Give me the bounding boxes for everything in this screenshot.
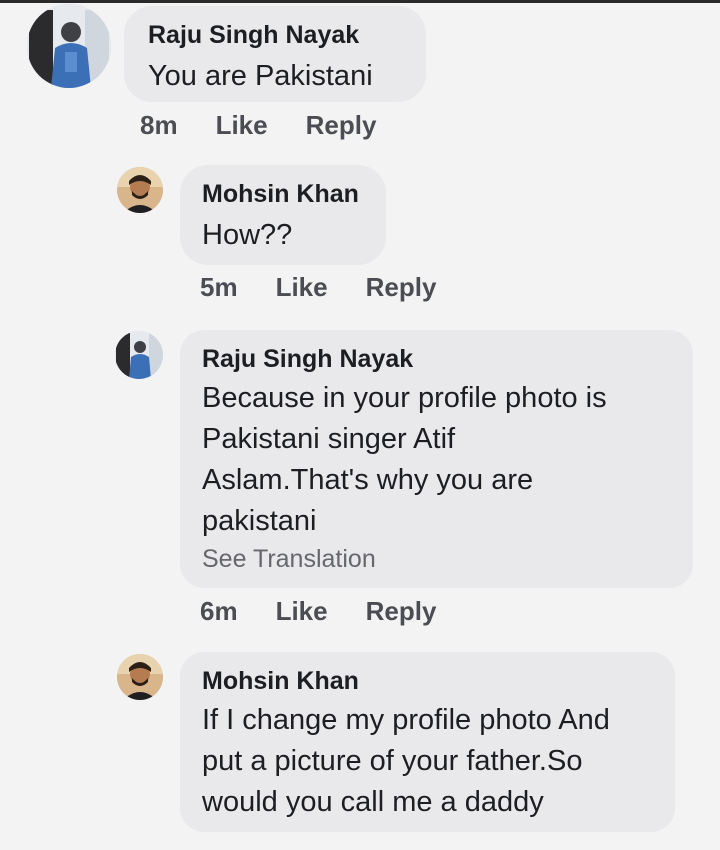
avatar-raju-icon[interactable]	[115, 331, 163, 379]
comment-text: You are Pakistani	[148, 60, 373, 92]
like-button[interactable]: Like	[276, 596, 328, 627]
avatar-mohsin-icon[interactable]	[117, 167, 163, 213]
comment-actions: 8m Like Reply	[140, 110, 414, 141]
comment-bubble: Raju Singh Nayak You are Pakistani	[124, 6, 426, 102]
see-translation-link[interactable]: See Translation	[202, 544, 671, 574]
like-button[interactable]: Like	[276, 272, 328, 303]
comment-text-line: Aslam.That's why you are	[202, 464, 534, 496]
avatar-raju-icon[interactable]	[27, 4, 111, 88]
comment-text-line: pakistani	[202, 505, 317, 537]
comment-bubble: Raju Singh Nayak Because in your profile…	[180, 330, 693, 588]
comment-text-line: Because in your profile photo is	[202, 382, 607, 414]
comment-text-line: Pakistani singer Atif	[202, 423, 456, 455]
comment-author[interactable]: Raju Singh Nayak	[148, 20, 402, 50]
comment-text: How??	[202, 219, 293, 251]
avatar-mohsin-icon[interactable]	[117, 654, 163, 700]
reply-button[interactable]: Reply	[366, 272, 437, 303]
comment-text-line: put a picture of your father.So	[202, 745, 583, 777]
reply-button[interactable]: Reply	[306, 110, 377, 141]
top-divider	[0, 0, 720, 3]
comment-timestamp: 8m	[140, 110, 178, 140]
comment-timestamp: 5m	[200, 272, 238, 302]
comment-actions: 6m Like Reply	[200, 596, 474, 627]
comment-timestamp: 6m	[200, 596, 238, 626]
comment-actions: 5m Like Reply	[200, 272, 474, 303]
like-button[interactable]: Like	[216, 110, 268, 141]
comment-author[interactable]: Mohsin Khan	[202, 179, 364, 209]
comment-author[interactable]: Raju Singh Nayak	[202, 344, 671, 374]
comment-author[interactable]: Mohsin Khan	[202, 666, 653, 696]
comment-bubble: Mohsin Khan If I change my profile photo…	[180, 652, 675, 832]
reply-button[interactable]: Reply	[366, 596, 437, 627]
comment-bubble: Mohsin Khan How??	[180, 165, 386, 265]
comment-text-line: If I change my profile photo And	[202, 704, 610, 736]
comment-text-line: would you call me a daddy	[202, 786, 544, 818]
